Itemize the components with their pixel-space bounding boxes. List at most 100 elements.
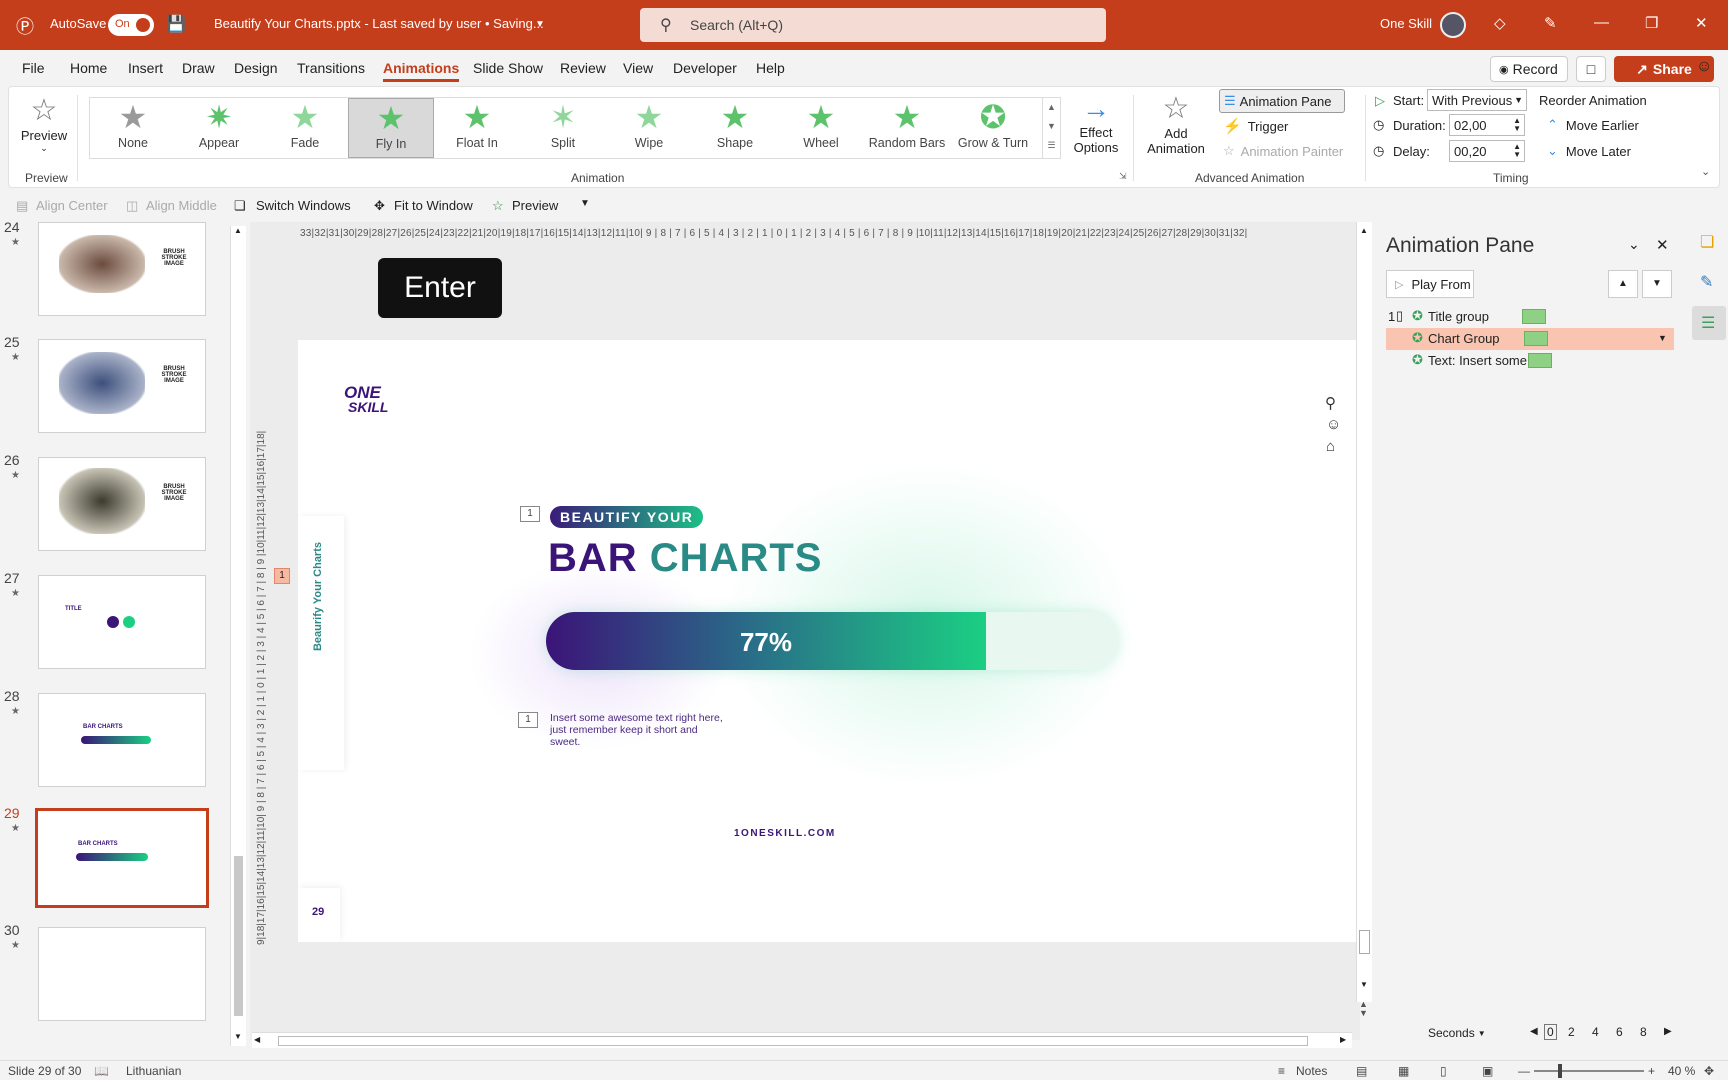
restore-icon[interactable]: ❐ bbox=[1645, 14, 1658, 32]
tab-view[interactable]: View bbox=[623, 60, 653, 76]
person-icon[interactable]: ☺ bbox=[1326, 416, 1341, 433]
anim-none[interactable]: ★ None bbox=[90, 98, 176, 158]
slide-canvas[interactable]: ONE SKILL Beaurify Your Charts ⚲ ☺ ⌂ 1 B… bbox=[298, 340, 1356, 942]
delay-input[interactable]: 00,20 ▲ ▼ bbox=[1449, 140, 1525, 162]
animation-item[interactable]: ✪ Chart Group ▼ bbox=[1386, 328, 1674, 350]
fit-to-window-button[interactable]: Fit to Window bbox=[394, 198, 473, 213]
move-down-button[interactable]: ▼ bbox=[1642, 270, 1672, 298]
comments-button[interactable]: □ bbox=[1576, 56, 1606, 82]
slide-thumbnail-26[interactable]: BRUSH STROKE IMAGE bbox=[38, 457, 206, 551]
tab-design[interactable]: Design bbox=[234, 60, 278, 76]
reading-view-icon[interactable]: ▯ bbox=[1440, 1064, 1447, 1078]
switch-windows-button[interactable]: Switch Windows bbox=[256, 198, 351, 213]
record-button[interactable]: ◉ Record bbox=[1490, 56, 1568, 82]
animation-order-tag[interactable]: 1 bbox=[520, 506, 540, 522]
designer-icon[interactable]: ❏ bbox=[1700, 232, 1714, 252]
user-name[interactable]: One Skill bbox=[1380, 16, 1432, 31]
scroll-up-icon[interactable]: ▲ bbox=[234, 226, 242, 235]
align-center-button[interactable]: Align Center bbox=[36, 198, 108, 213]
customize-qat-icon[interactable]: ▼ bbox=[580, 198, 590, 209]
search-box[interactable]: ⚲ Search (Alt+Q) bbox=[640, 8, 1106, 42]
seconds-dropdown[interactable]: Seconds ▼ bbox=[1428, 1026, 1486, 1040]
zoom-slider[interactable] bbox=[1534, 1064, 1644, 1078]
anim-grow-turn[interactable]: ✪ Grow & Turn bbox=[950, 98, 1036, 158]
editor-hscrollbar[interactable]: ◀ ▶ bbox=[252, 1032, 1352, 1048]
autosave-toggle[interactable]: On bbox=[108, 14, 154, 36]
diamond-icon[interactable]: ◇ bbox=[1494, 14, 1506, 32]
animation-pane-toggle[interactable]: ☰ bbox=[1692, 306, 1726, 340]
timeline-left-icon[interactable]: ◀ bbox=[1530, 1026, 1538, 1037]
animation-order-tag[interactable]: 1 bbox=[518, 712, 538, 728]
tab-home[interactable]: Home bbox=[70, 60, 107, 76]
animation-item[interactable]: 1 ▯ ✪ Title group bbox=[1386, 306, 1674, 328]
zoom-level[interactable]: 40 % bbox=[1668, 1064, 1695, 1078]
anim-float-in[interactable]: ★ Float In bbox=[434, 98, 520, 158]
animation-pane-button[interactable]: ☰ Animation Pane bbox=[1219, 89, 1345, 113]
timeline-right-icon[interactable]: ▶ bbox=[1664, 1026, 1672, 1037]
start-select[interactable]: With Previous ▼ bbox=[1427, 89, 1527, 111]
qat-preview-button[interactable]: Preview bbox=[512, 198, 558, 213]
editor-vscrollbar[interactable]: ▲ ▼ bbox=[1356, 222, 1372, 1002]
tab-developer[interactable]: Developer bbox=[673, 60, 737, 76]
duration-input[interactable]: 02,00 ▲ ▼ bbox=[1449, 114, 1525, 136]
effect-options-button[interactable]: → Effect Options bbox=[1069, 93, 1123, 155]
preview-button[interactable]: ☆ Preview ⌄ bbox=[19, 93, 69, 163]
tab-draw[interactable]: Draw bbox=[182, 60, 215, 76]
scroll-right-icon[interactable]: ▶ bbox=[1340, 1035, 1346, 1044]
zoom-in-icon[interactable]: + bbox=[1648, 1064, 1655, 1078]
document-title[interactable]: Beautify Your Charts.pptx - Last saved b… bbox=[214, 16, 544, 31]
save-icon[interactable]: 💾 bbox=[166, 14, 186, 34]
gallery-scroller[interactable]: ▲ ▼ ☰ bbox=[1042, 98, 1060, 158]
normal-view-icon[interactable]: ▤ bbox=[1356, 1064, 1367, 1078]
spinner-icon[interactable]: ▲ ▼ bbox=[1513, 143, 1521, 159]
anim-fly-in[interactable]: ★ Fly In bbox=[348, 98, 434, 158]
slide-thumbnail-25[interactable]: BRUSH STROKE IMAGE bbox=[38, 339, 206, 433]
move-earlier-button[interactable]: ⌃ Move Earlier bbox=[1547, 117, 1639, 133]
zoom-slider-thumb[interactable] bbox=[1558, 1064, 1562, 1078]
slide-thumbnail-27[interactable]: TITLE bbox=[38, 575, 206, 669]
slideshow-icon[interactable]: ▣ bbox=[1482, 1064, 1493, 1078]
coauthor-icon[interactable]: ☺ bbox=[1696, 58, 1712, 76]
anim-split[interactable]: ✶ Split bbox=[520, 98, 606, 158]
anim-appear[interactable]: ✷ Appear bbox=[176, 98, 262, 158]
tab-animations[interactable]: Animations bbox=[383, 60, 460, 82]
avatar[interactable] bbox=[1440, 12, 1466, 38]
anim-wheel[interactable]: ★ Wheel bbox=[778, 98, 864, 158]
move-up-button[interactable]: ▲ bbox=[1608, 270, 1638, 298]
slide-thumbnail-29[interactable]: BAR CHARTS bbox=[35, 808, 209, 908]
zoom-out-icon[interactable]: — bbox=[1518, 1064, 1530, 1078]
anim-random-bars[interactable]: ★ Random Bars bbox=[864, 98, 950, 158]
tab-insert[interactable]: Insert bbox=[128, 60, 163, 76]
animation-item[interactable]: ✪ Text: Insert some... bbox=[1386, 350, 1674, 372]
trigger-button[interactable]: ⚡ Trigger bbox=[1223, 117, 1288, 135]
scroll-thumb[interactable] bbox=[1359, 930, 1370, 954]
pen-icon[interactable]: ✎ bbox=[1544, 14, 1557, 32]
slide-thumbnail-24[interactable]: BRUSH STROKE IMAGE bbox=[38, 222, 206, 316]
body-text[interactable]: Insert some awesome text right here, jus… bbox=[550, 712, 730, 748]
anim-wipe[interactable]: ★ Wipe bbox=[606, 98, 692, 158]
home-icon[interactable]: ⌂ bbox=[1326, 438, 1335, 455]
spinner-icon[interactable]: ▲ ▼ bbox=[1513, 117, 1521, 133]
close-icon[interactable]: ✕ bbox=[1695, 14, 1708, 32]
close-icon[interactable]: ✕ bbox=[1656, 236, 1669, 254]
play-from-button[interactable]: ▷ Play From bbox=[1386, 270, 1474, 298]
slide-title[interactable]: BAR CHARTS bbox=[548, 536, 822, 581]
tab-review[interactable]: Review bbox=[560, 60, 606, 76]
scroll-left-icon[interactable]: ◀ bbox=[254, 1035, 260, 1044]
item-dropdown-icon[interactable]: ▼ bbox=[1658, 333, 1667, 343]
tab-file[interactable]: File bbox=[22, 60, 45, 76]
move-later-button[interactable]: ⌄ Move Later bbox=[1547, 143, 1631, 159]
slide-thumbnail-30[interactable] bbox=[38, 927, 206, 1021]
tab-help[interactable]: Help bbox=[756, 60, 785, 76]
thumbnails-scrollbar[interactable]: ▲ ▼ bbox=[230, 226, 246, 1046]
scroll-down-icon[interactable]: ▼ bbox=[234, 1032, 242, 1041]
notes-button[interactable]: Notes bbox=[1296, 1064, 1327, 1078]
language-label[interactable]: Lithuanian bbox=[126, 1064, 181, 1078]
tab-transitions[interactable]: Transitions bbox=[297, 60, 365, 76]
tab-slide-show[interactable]: Slide Show bbox=[473, 60, 543, 76]
subtitle-pill[interactable]: BEAUTIFY YOUR bbox=[550, 506, 704, 528]
chevron-down-icon[interactable]: ⌄ bbox=[1628, 236, 1640, 253]
format-icon[interactable]: ✎ bbox=[1700, 272, 1713, 292]
spellcheck-icon[interactable]: 📖 bbox=[94, 1064, 109, 1078]
minimize-icon[interactable]: — bbox=[1594, 14, 1609, 31]
